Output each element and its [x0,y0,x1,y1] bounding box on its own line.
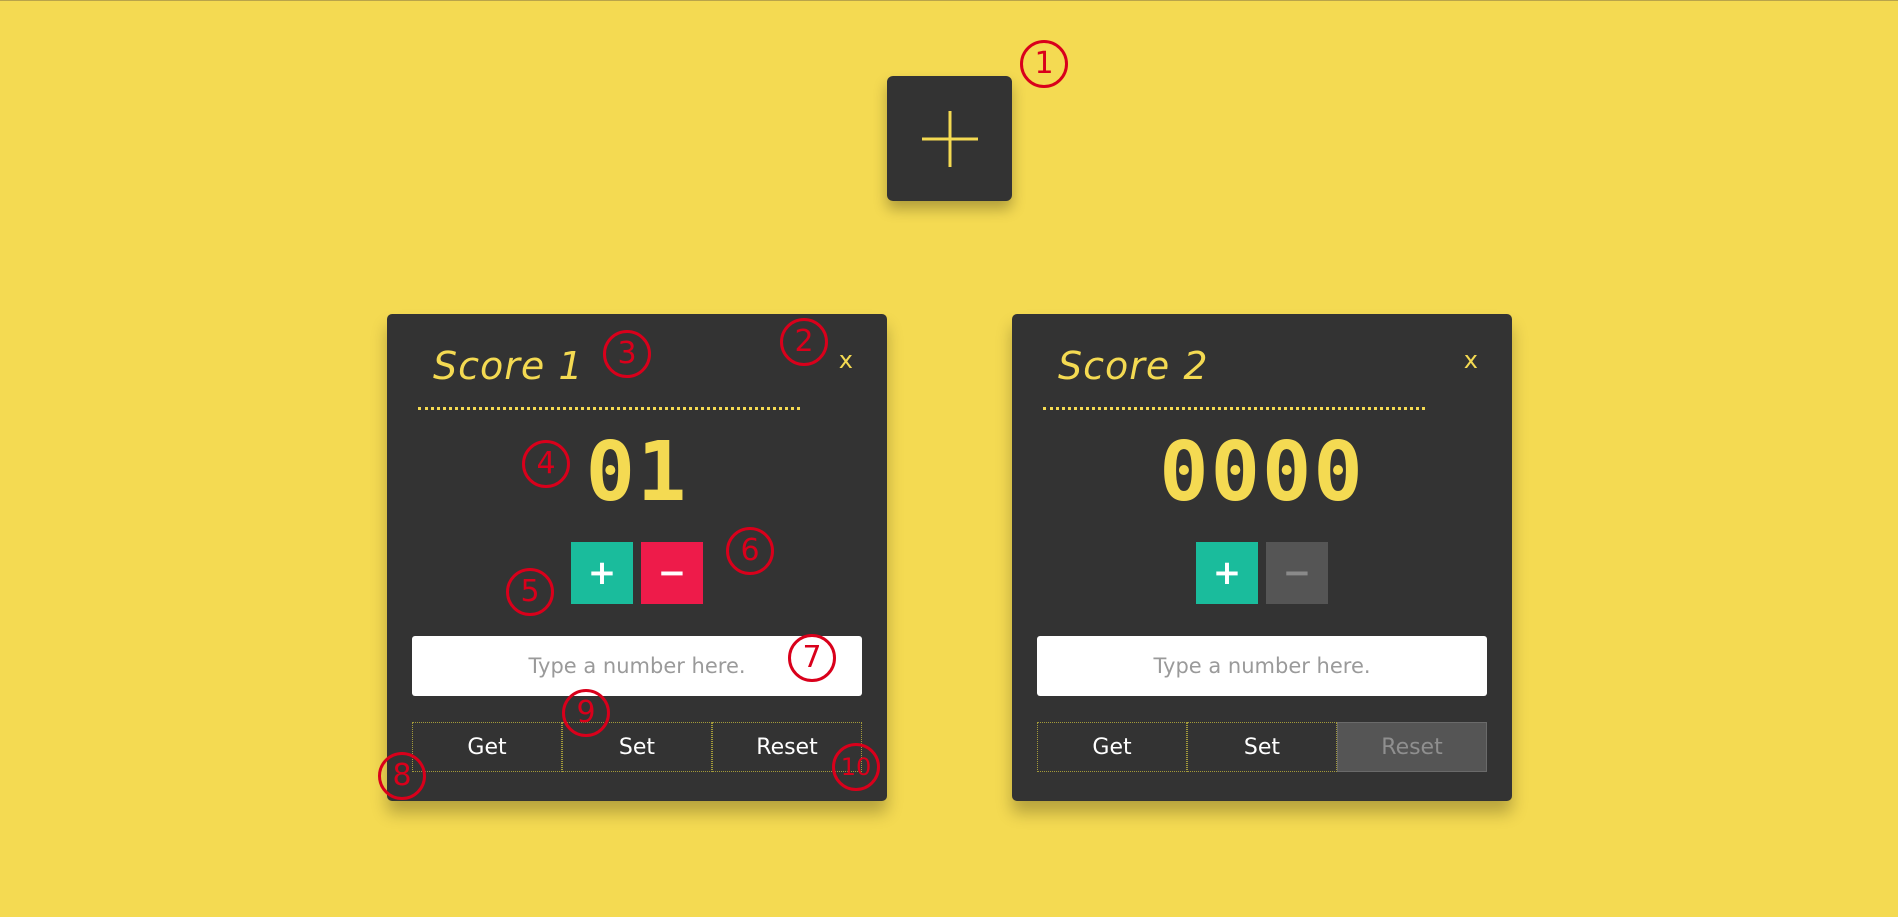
callout-marker: 8 [378,752,426,800]
score-card-1: Score 1 x 01 + − Get Set Reset [387,314,887,801]
score-display: 01 [585,425,689,520]
callout-marker: 3 [603,330,651,378]
plus-icon [921,110,978,167]
callout-marker: 7 [788,634,836,682]
decrement-button[interactable]: − [641,542,703,604]
get-button[interactable]: Get [412,722,562,772]
callout-marker: 5 [506,568,554,616]
callout-marker: 6 [726,527,774,575]
callout-marker: 10 [832,743,880,791]
callout-marker: 1 [1020,40,1068,88]
add-score-button[interactable] [887,76,1012,201]
action-buttons: Get Set Reset [412,722,862,772]
callout-marker: 4 [522,440,570,488]
callout-marker: 9 [562,689,610,737]
step-controls: + − [387,542,887,604]
score-display: 0000 [1159,425,1365,520]
close-card-button[interactable]: x [839,348,853,372]
score-card-2: Score 2 x 0000 + − Get Set Reset [1012,314,1512,801]
get-button[interactable]: Get [1037,722,1187,772]
reset-button[interactable]: Reset [1337,722,1487,772]
score-title: Score 2 [1058,344,1209,388]
close-card-button[interactable]: x [1464,348,1478,372]
decrement-button[interactable]: − [1266,542,1328,604]
title-divider [1043,407,1425,410]
increment-button[interactable]: + [571,542,633,604]
action-buttons: Get Set Reset [1037,722,1487,772]
top-border [0,0,1898,1]
callout-marker: 2 [780,318,828,366]
set-button[interactable]: Set [1187,722,1337,772]
score-title: Score 1 [433,344,584,388]
increment-button[interactable]: + [1196,542,1258,604]
number-input[interactable] [1037,636,1487,696]
step-controls: + − [1012,542,1512,604]
title-divider [418,407,800,410]
